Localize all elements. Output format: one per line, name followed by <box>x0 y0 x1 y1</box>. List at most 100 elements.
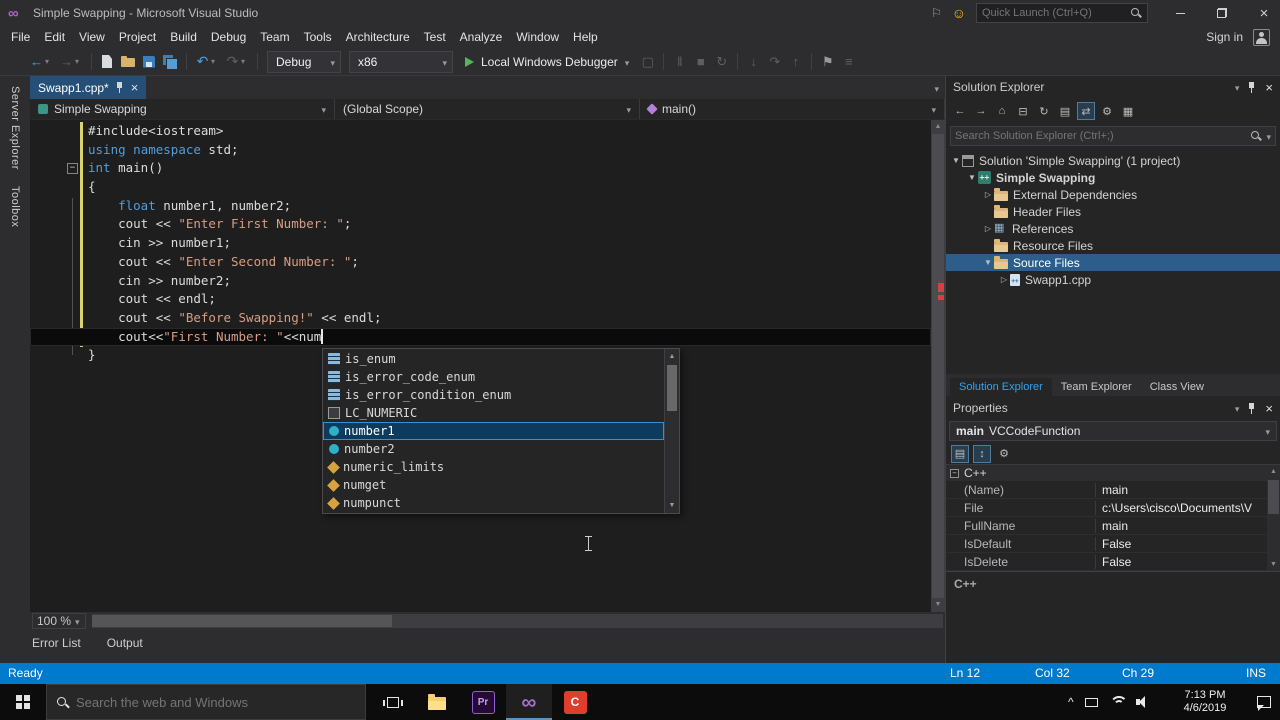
menu-item-file[interactable]: File <box>4 26 37 48</box>
property-pages-icon[interactable]: ⚙ <box>995 445 1013 463</box>
tree-item-simple-swapping[interactable]: ▼Simple Swapping <box>946 169 1280 186</box>
task-view-button[interactable] <box>372 684 414 720</box>
scroll-up-icon[interactable]: ▲ <box>931 120 945 134</box>
code-line-3[interactable]: − int main() <box>30 159 931 178</box>
property-row-fullname[interactable]: FullName main <box>946 517 1267 535</box>
taskbar-clock[interactable]: 7:13 PM 4/6/2019 <box>1172 684 1238 720</box>
new-file-icon[interactable] <box>97 51 118 73</box>
window-position-chevron-icon[interactable] <box>1235 80 1240 94</box>
side-tab-server-explorer[interactable]: Server Explorer <box>9 86 21 170</box>
solution-search-input[interactable] <box>955 130 1247 142</box>
scrollbar-thumb[interactable] <box>932 134 944 598</box>
open-file-icon[interactable] <box>118 51 139 73</box>
expander-icon[interactable]: ▼ <box>982 258 994 267</box>
menu-item-tools[interactable]: Tools <box>297 26 339 48</box>
scroll-up-icon[interactable]: ▲ <box>1267 465 1280 478</box>
code-line-12[interactable]: cout<<"First Number: "<<num <box>30 327 931 347</box>
tree-item-swapp1-cpp[interactable]: ▷Swapp1.cpp <box>946 271 1280 288</box>
completion-is-error-code-enum[interactable]: is_error_code_enum <box>323 368 664 386</box>
completion-numeric-limits[interactable]: numeric_limits <box>323 458 664 476</box>
panel-tab-error-list[interactable]: Error List <box>32 636 81 650</box>
redo-icon[interactable]: ▾ <box>222 51 252 73</box>
document-tab[interactable]: Swapp1.cpp* <box>30 76 147 99</box>
start-button[interactable] <box>0 684 46 720</box>
save-icon[interactable] <box>139 51 160 73</box>
preview-icon[interactable]: ▦ <box>1119 102 1137 120</box>
code-line-4[interactable]: { <box>30 178 931 197</box>
tree-item-solution-simple-swapping-1-project[interactable]: ▼ Solution 'Simple Swapping' (1 project) <box>946 152 1280 169</box>
code-line-1[interactable]: #include<iostream> <box>30 122 931 141</box>
expander-icon[interactable]: ▷ <box>998 275 1010 284</box>
configuration-dropdown[interactable]: Debug <box>267 50 341 73</box>
forward-icon[interactable]: → <box>972 102 990 120</box>
pin-icon[interactable] <box>1248 402 1256 414</box>
step-into-icon[interactable] <box>743 51 764 73</box>
window-position-chevron-icon[interactable] <box>1235 401 1240 415</box>
property-category-row[interactable]: C++ <box>946 465 1267 481</box>
expander-icon[interactable]: ▷ <box>982 224 994 233</box>
code-line-10[interactable]: cout << endl; <box>30 290 931 309</box>
tree-item-header-files[interactable]: Header Files <box>946 203 1280 220</box>
restart-icon[interactable] <box>711 51 732 73</box>
document-list-chevron-icon[interactable] <box>934 81 945 95</box>
menu-item-team[interactable]: Team <box>253 26 296 48</box>
show-all-files-icon[interactable]: ▤ <box>1056 102 1074 120</box>
volume-icon[interactable] <box>1135 696 1149 708</box>
quick-launch-input[interactable] <box>982 7 1130 19</box>
feedback-smiley-icon[interactable] <box>952 5 966 21</box>
tray-expand-icon[interactable] <box>1068 695 1074 709</box>
fold-toggle-icon[interactable]: − <box>67 163 78 175</box>
panel-tab-output[interactable]: Output <box>107 636 143 650</box>
tree-item-source-files[interactable]: ▼ Source Files <box>946 254 1280 271</box>
home-icon[interactable]: ⌂ <box>993 102 1011 120</box>
completion-is-enum[interactable]: is_enum <box>323 350 664 368</box>
code-line-5[interactable]: float number1, number2; <box>30 197 931 216</box>
sign-in-link[interactable]: Sign in <box>1206 30 1243 44</box>
wifi-icon[interactable] <box>1109 696 1125 708</box>
save-all-icon[interactable] <box>160 51 181 73</box>
start-debugging-button[interactable]: Local Windows Debugger <box>459 51 635 73</box>
menu-item-view[interactable]: View <box>72 26 112 48</box>
categorized-icon[interactable]: ▤ <box>951 444 969 463</box>
taskbar-file-explorer[interactable] <box>414 684 460 720</box>
quick-launch-box[interactable] <box>976 3 1148 23</box>
alphabetical-icon[interactable]: ↕ <box>973 444 991 463</box>
scroll-up-icon[interactable]: ▲ <box>665 349 679 364</box>
completion-is-error-condition-enum[interactable]: is_error_condition_enum <box>323 386 664 404</box>
taskbar-premiere-pro[interactable]: Pr <box>460 684 506 720</box>
member-dropdown[interactable]: main() <box>640 99 945 119</box>
menu-item-help[interactable]: Help <box>566 26 605 48</box>
scroll-down-icon[interactable]: ▼ <box>1267 558 1280 571</box>
scrollbar-thumb[interactable] <box>92 615 392 627</box>
scroll-down-icon[interactable]: ▼ <box>931 598 945 612</box>
step-out-icon[interactable] <box>785 51 806 73</box>
pause-icon[interactable] <box>669 51 690 73</box>
property-row-file[interactable]: File c:\Users\cisco\Documents\V <box>946 499 1267 517</box>
completion-numpunct[interactable]: numpunct <box>323 494 664 512</box>
taskbar-screen-recorder[interactable]: C <box>552 684 598 720</box>
code-line-8[interactable]: cout << "Enter Second Number: "; <box>30 253 931 272</box>
code-line-6[interactable]: cout << "Enter First Number: "; <box>30 215 931 234</box>
side-tab-toolbox[interactable]: Toolbox <box>9 186 21 227</box>
nav-backward-icon[interactable]: ▾ <box>26 51 56 73</box>
properties-object-dropdown[interactable]: main VCCodeFunction <box>949 421 1277 441</box>
property-row-isdefault[interactable]: IsDefault False <box>946 535 1267 553</box>
restore-button[interactable] <box>1206 0 1238 26</box>
menu-item-project[interactable]: Project <box>112 26 163 48</box>
tray-device-icon[interactable] <box>1084 697 1098 707</box>
code-line-7[interactable]: cin >> number1; <box>30 234 931 253</box>
expander-icon[interactable]: ▷ <box>982 190 994 199</box>
pin-icon[interactable] <box>1248 81 1256 93</box>
feedback-flag-icon[interactable] <box>931 6 942 20</box>
code-line-9[interactable]: cin >> number2; <box>30 272 931 291</box>
properties-scrollbar[interactable]: ▲ ▼ <box>1267 465 1280 571</box>
property-row-name[interactable]: (Name) main <box>946 481 1267 499</box>
panel-tab-solution-explorer[interactable]: Solution Explorer <box>950 378 1052 396</box>
panel-tab-team-explorer[interactable]: Team Explorer <box>1052 378 1141 396</box>
panel-tab-class-view[interactable]: Class View <box>1141 378 1213 396</box>
completion-numget[interactable]: numget <box>323 476 664 494</box>
menu-item-build[interactable]: Build <box>163 26 204 48</box>
completion-lc-numeric[interactable]: LC_NUMERIC <box>323 404 664 422</box>
tree-item-references[interactable]: ▷References <box>946 220 1280 237</box>
action-center-button[interactable] <box>1248 684 1280 720</box>
